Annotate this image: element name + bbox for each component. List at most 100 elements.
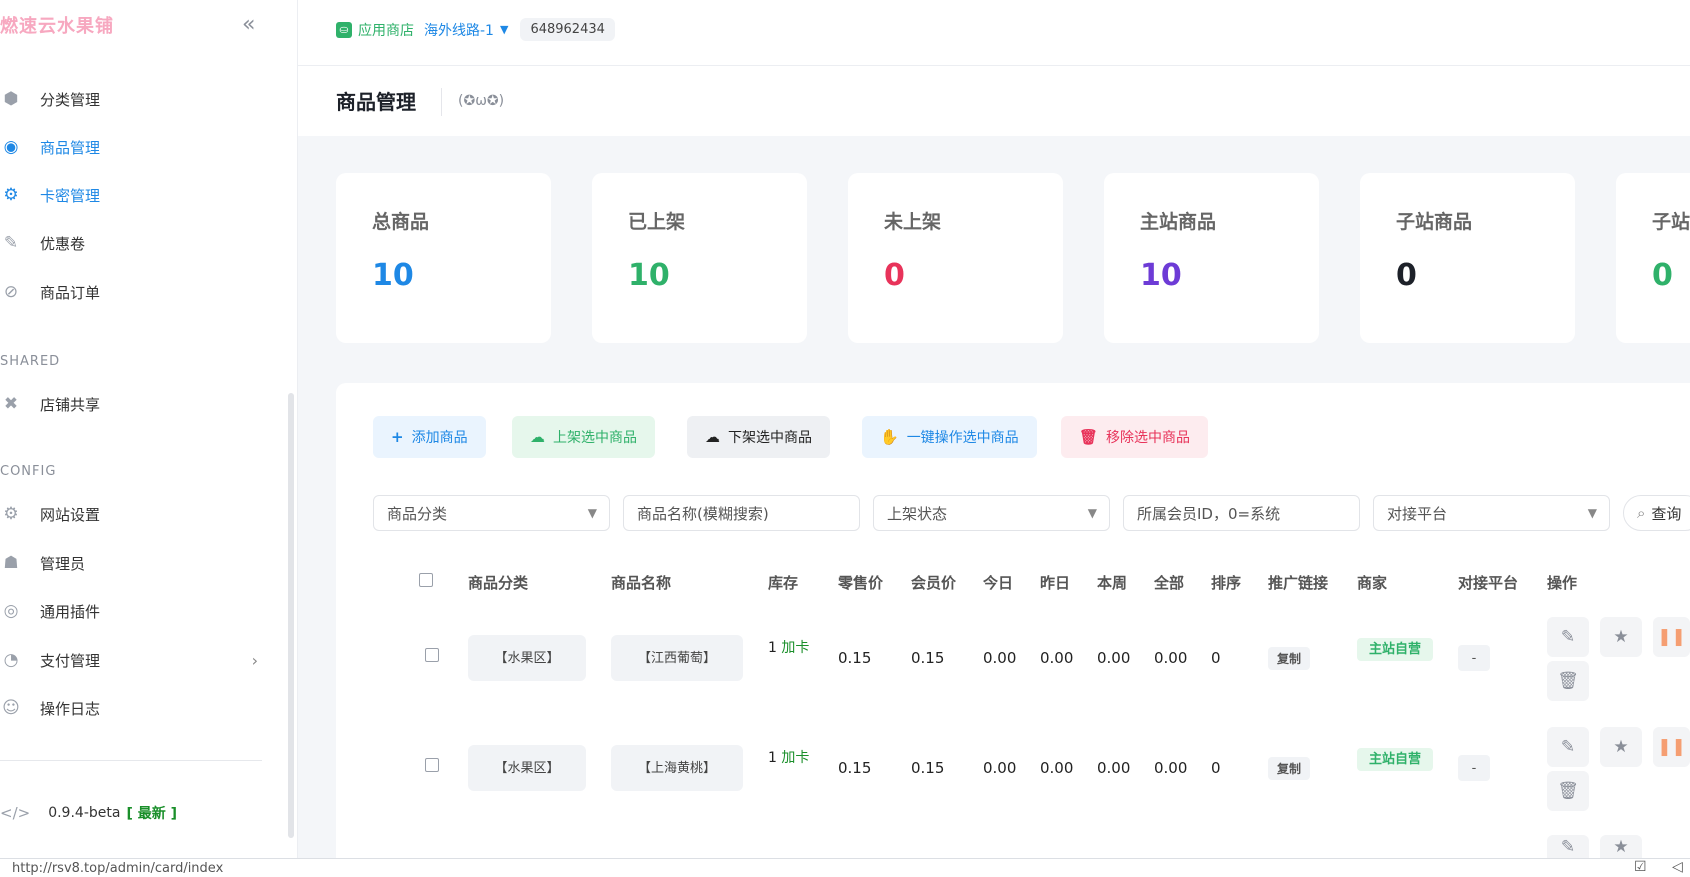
goods-icon: ◉: [3, 137, 19, 157]
topbar: ⛀ 应用商店 海外线路-1 ▼ 648962434: [298, 0, 1690, 66]
speaker-icon[interactable]: ◁: [1672, 859, 1683, 875]
sidebar-item-logs[interactable]: ☺ 操作日志: [0, 690, 290, 726]
sidebar-scrollbar[interactable]: [288, 393, 294, 838]
add-goods-button[interactable]: + 添加商品: [373, 416, 486, 458]
stat-label: 总商品: [372, 211, 430, 233]
status-select[interactable]: 上架状态 ▼: [873, 495, 1110, 531]
store-name[interactable]: 应用商店: [358, 20, 414, 40]
page-header: 商品管理 (✪ω✪): [298, 66, 1690, 136]
stat-value: 10: [628, 258, 670, 293]
header-week: 本周: [1097, 574, 1128, 592]
sidebar-item-goods[interactable]: ◉ 商品管理: [0, 129, 290, 165]
goods-name-cell[interactable]: 【江西葡萄】: [611, 635, 743, 681]
member-id-input[interactable]: 所属会员ID，0=系统: [1123, 495, 1360, 531]
favorite-button[interactable]: ★: [1600, 727, 1642, 767]
edit-icon: ✎: [1560, 737, 1576, 757]
shelve-selected-button[interactable]: ☁ 上架选中商品: [512, 416, 655, 458]
select-all-checkbox[interactable]: [419, 573, 433, 587]
header-category: 商品分类: [468, 574, 529, 592]
sidebar-item-label: 操作日志: [40, 699, 101, 718]
row-checkbox[interactable]: [425, 648, 439, 662]
platform-tag: -: [1458, 755, 1490, 781]
store-selector[interactable]: ⛀ 应用商店 海外线路-1 ▼ 648962434: [336, 18, 615, 41]
sidebar-item-label: 管理员: [40, 554, 86, 573]
category-cell[interactable]: 【水果区】: [468, 635, 586, 681]
sidebar-item-category[interactable]: ⬢ 分类管理: [0, 81, 290, 117]
merchant-badge: 主站自营: [1357, 748, 1433, 771]
stock-value: 1: [768, 640, 777, 656]
select-placeholder: 对接平台: [1387, 504, 1448, 523]
user-id-badge: 648962434: [520, 18, 615, 41]
order-icon: ⊘: [3, 282, 19, 302]
header-member-price: 会员价: [911, 574, 957, 592]
brand-logo[interactable]: 燃速云水果铺: [0, 12, 114, 38]
sidebar-item-orders[interactable]: ⊘ 商品订单: [0, 274, 290, 310]
section-label-config: CONFIG: [0, 464, 57, 479]
star-icon: ★: [1613, 627, 1629, 647]
payment-icon: ◔: [3, 650, 19, 670]
edit-button[interactable]: ✎: [1547, 727, 1589, 767]
remove-selected-button[interactable]: 🗑 移除选中商品: [1061, 416, 1209, 458]
stat-value: 0: [1396, 258, 1417, 293]
log-icon: ☺: [2, 698, 20, 718]
unshelve-selected-button[interactable]: ☁ 下架选中商品: [687, 416, 830, 458]
sidebar-item-site-settings[interactable]: ⚙ 网站设置: [0, 496, 290, 532]
sidebar-item-coupon[interactable]: ✎ 优惠卷: [0, 225, 290, 261]
code-icon: </>: [0, 804, 31, 822]
platform-select[interactable]: 对接平台 ▼: [1373, 495, 1610, 531]
sidebar-item-admin[interactable]: ☗ 管理员: [0, 545, 290, 581]
button-label: 移除选中商品: [1106, 430, 1191, 446]
caret-down-icon[interactable]: ▼: [500, 23, 508, 36]
stock-cell: 1 加卡: [768, 748, 809, 768]
yesterday-sales: 0.00: [1040, 759, 1074, 777]
category-cell[interactable]: 【水果区】: [468, 745, 586, 791]
name-search-input[interactable]: 商品名称(模糊搜索): [623, 495, 860, 531]
delete-button[interactable]: 🗑: [1547, 661, 1589, 701]
edit-button[interactable]: ✎: [1547, 617, 1589, 657]
favorite-button[interactable]: ★: [1600, 835, 1642, 858]
route-selector[interactable]: 海外线路-1: [424, 20, 494, 40]
add-card-link[interactable]: 加卡: [781, 750, 809, 766]
batch-operate-button[interactable]: ✋ 一键操作选中商品: [862, 416, 1037, 458]
sidebar-item-payment[interactable]: ◔ 支付管理 ›: [0, 642, 290, 678]
favorite-button[interactable]: ★: [1600, 617, 1642, 657]
header-name: 商品名称: [611, 574, 672, 592]
copy-link-button[interactable]: 复制: [1268, 647, 1311, 670]
query-button[interactable]: ⌕ 查询: [1623, 495, 1690, 531]
trash-icon: 🗑: [1557, 671, 1579, 691]
chevron-down-icon: ▼: [1587, 506, 1597, 520]
input-placeholder: 所属会员ID，0=系统: [1137, 504, 1281, 523]
collapse-sidebar-icon[interactable]: «: [242, 12, 255, 37]
page-title: 商品管理: [336, 90, 416, 114]
delete-button[interactable]: 🗑: [1547, 771, 1589, 811]
sidebar-item-share[interactable]: ✖ 店铺共享: [0, 386, 290, 422]
merchant-badge: 主站自营: [1357, 638, 1433, 661]
pause-button[interactable]: ❚❚: [1653, 617, 1690, 657]
platform-tag: -: [1458, 645, 1490, 671]
stat-value: 10: [1140, 258, 1182, 293]
store-icon: ⛀: [336, 21, 352, 38]
today-sales: 0.00: [983, 649, 1017, 667]
search-icon: ⌕: [1637, 504, 1646, 522]
sidebar-item-card-key[interactable]: ⚙ 卡密管理: [0, 177, 290, 213]
pause-icon: ❚❚: [1657, 627, 1686, 647]
stat-label: 子站商品: [1396, 211, 1473, 233]
sidebar-divider: [0, 760, 262, 761]
category-select[interactable]: 商品分类 ▼: [373, 495, 610, 531]
goods-name-cell[interactable]: 【上海黄桃】: [611, 745, 743, 791]
plugin-icon: ◎: [3, 601, 19, 621]
version-info: </> 0.9.4-beta [ 最新 ]: [0, 803, 177, 823]
pause-button[interactable]: ❚❚: [1653, 727, 1690, 767]
sidebar-item-plugins[interactable]: ◎ 通用插件: [0, 593, 290, 629]
stat-label: 已上架: [628, 211, 686, 233]
add-card-link[interactable]: 加卡: [781, 640, 809, 656]
edit-button[interactable]: ✎: [1547, 835, 1589, 858]
stat-card-sub-site: 子站商品 0: [1360, 173, 1575, 343]
check-icon[interactable]: ☑: [1634, 859, 1647, 875]
copy-link-button[interactable]: 复制: [1268, 757, 1311, 780]
button-label: 下架选中商品: [728, 430, 812, 446]
row-checkbox[interactable]: [425, 758, 439, 772]
header-today: 今日: [983, 574, 1014, 592]
button-label: 添加商品: [411, 430, 468, 446]
header-platform: 对接平台: [1458, 574, 1519, 592]
